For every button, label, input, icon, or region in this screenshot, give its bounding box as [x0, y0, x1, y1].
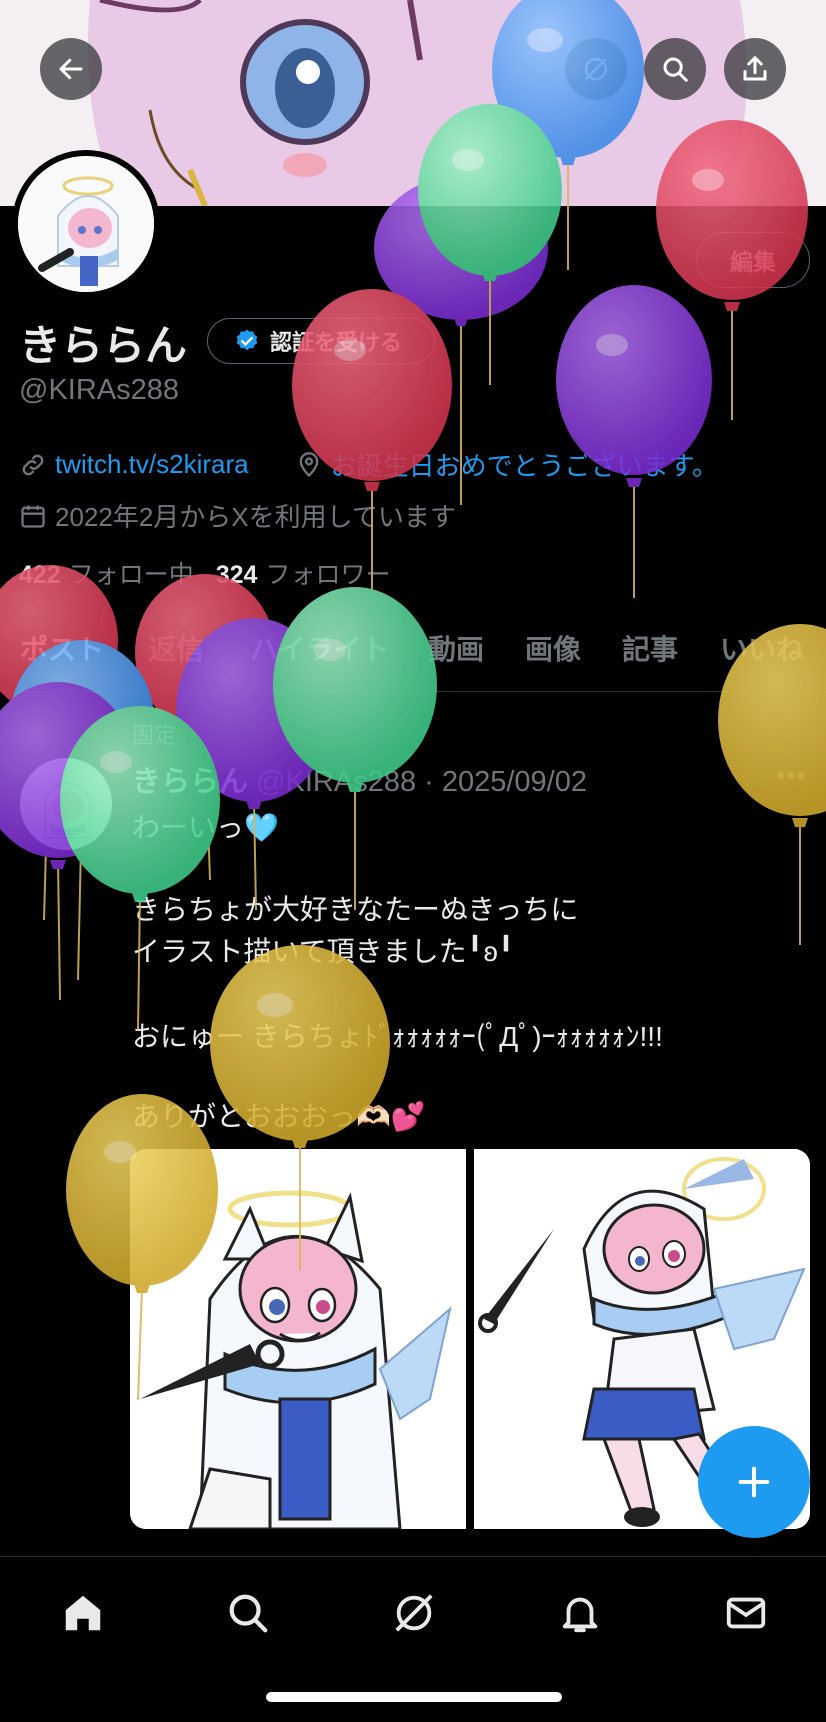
search-button[interactable]: [644, 38, 706, 100]
followers-count: 324: [215, 561, 258, 589]
back-button[interactable]: [40, 38, 102, 100]
nav-notifications[interactable]: [550, 1583, 610, 1643]
followers-label: フォロワー: [265, 561, 391, 589]
get-verified-button[interactable]: 認証を受ける: [207, 318, 435, 364]
profile-link-row: twitch.tv/s2kirara お誕生日おめでとうございます。: [19, 446, 718, 483]
profile-avatar[interactable]: [12, 150, 160, 298]
followers-stat[interactable]: 324 フォロワー: [216, 555, 391, 591]
compose-post-button[interactable]: [698, 1426, 810, 1538]
balloon-red: [0, 565, 118, 921]
home-icon: [65, 1595, 101, 1631]
following-label: フォロー中: [68, 561, 194, 589]
nav-home[interactable]: [53, 1583, 113, 1643]
tab-likes[interactable]: いいね: [720, 628, 804, 668]
search-icon: [229, 1594, 268, 1633]
tab-posts[interactable]: ポスト: [20, 628, 104, 668]
bell-icon: [562, 1597, 598, 1633]
profile-website-link[interactable]: twitch.tv/s2kirara: [55, 449, 249, 480]
post-text-line: おにゅー きらちょﾄﾞｫｫｫｫｫｰ(ﾟДﾟ)ｰｫｫｫｫｫﾝ!!!: [132, 1021, 663, 1052]
tab-videos[interactable]: 動画: [428, 628, 484, 668]
nav-messages[interactable]: [716, 1583, 776, 1643]
follow-stats: 422 フォロー中 324 フォロワー: [19, 555, 390, 591]
calendar-icon: [21, 505, 45, 528]
profile-location: お誕生日おめでとうございます。: [330, 451, 719, 481]
post-text-line: イラスト描いて頂きました╹ʚ╹: [132, 936, 515, 967]
search-icon: [663, 57, 688, 82]
pinned-label: 固定: [132, 723, 177, 748]
grok-icon: [395, 1594, 433, 1632]
balloon-purple: [556, 285, 712, 598]
verified-badge-icon: [236, 329, 258, 351]
post-avatar[interactable]: [20, 758, 112, 850]
post-text-line: わーいっ🩵: [132, 812, 279, 843]
get-verified-label: 認証を受ける: [270, 330, 403, 355]
post-header: きららん @KIRAs288 · 2025/09/02: [132, 758, 587, 800]
profile-handle: @KIRAs288: [19, 374, 180, 406]
post-image-1[interactable]: [130, 1149, 466, 1529]
tab-images[interactable]: 画像: [525, 628, 581, 668]
location-pin-icon: [299, 451, 318, 477]
grok-icon: [584, 57, 608, 81]
home-indicator: [266, 1692, 562, 1702]
profile-name: きららん: [19, 322, 188, 369]
post-text-line: ありがとおおおっ🫶🏻💕: [132, 1101, 426, 1132]
nav-grok[interactable]: [384, 1583, 444, 1643]
nav-explore[interactable]: [218, 1583, 278, 1643]
share-button[interactable]: [724, 38, 786, 100]
balloon-green: [60, 706, 220, 1031]
post-avatar-illustration: [20, 758, 112, 850]
link-icon: [22, 454, 44, 475]
tab-replies[interactable]: 返信: [148, 628, 204, 668]
following-count: 422: [19, 561, 61, 589]
grok-button[interactable]: [565, 38, 627, 100]
tab-highlights[interactable]: ハイライト: [250, 628, 389, 668]
edit-profile-button[interactable]: 編集: [696, 232, 810, 288]
share-icon: [743, 56, 767, 81]
post-author-name[interactable]: きららん: [132, 766, 248, 798]
plus-icon: [738, 1466, 770, 1498]
arrow-left-icon: [59, 58, 83, 80]
avatar-illustration: [18, 156, 154, 292]
post-image-illustration-1: [130, 1149, 466, 1529]
profile-joined-date: 2022年2月からXを利用しています: [55, 502, 456, 532]
profile-tabs: ポスト 返信 ハイライト 動画 画像 記事 いいね: [0, 620, 826, 692]
more-options-icon[interactable]: •••: [776, 760, 806, 791]
profile-joined-row: 2022年2月からXを利用しています: [19, 497, 456, 534]
post-text-line: きらちょが大好きなたーぬきっちに: [132, 894, 579, 925]
mail-icon: [726, 1597, 766, 1629]
following-stat[interactable]: 422 フォロー中: [19, 555, 194, 591]
post-meta: @KIRAs288 · 2025/09/02: [256, 766, 588, 798]
tab-articles[interactable]: 記事: [622, 628, 678, 668]
